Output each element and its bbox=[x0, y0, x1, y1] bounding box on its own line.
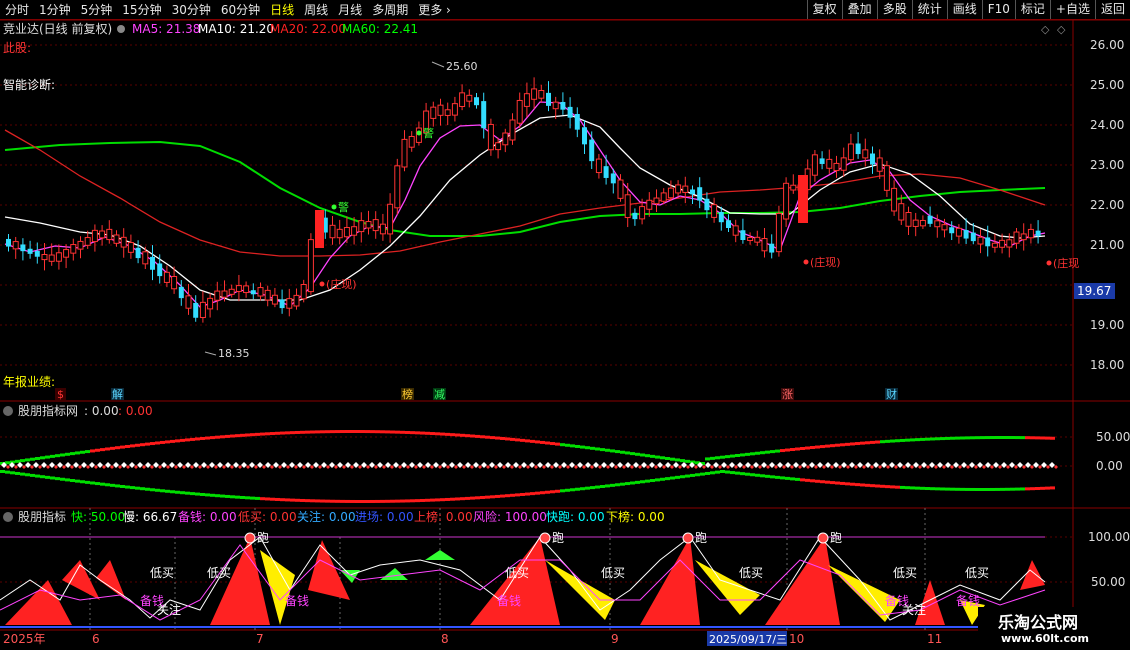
low-buy-label: 低买 bbox=[739, 566, 763, 580]
month-tick: 6 bbox=[92, 632, 100, 646]
diagnosis-label: 智能诊断: bbox=[3, 77, 55, 92]
price-tick: 26.00 bbox=[1090, 38, 1124, 52]
cigu-label: 此股: bbox=[3, 41, 31, 55]
panel-settings-icon[interactable] bbox=[3, 406, 13, 416]
legend-enter: 进场: 0.00 bbox=[355, 510, 414, 524]
month-tick: 7 bbox=[256, 632, 264, 646]
net-axis-tick: 50.00 bbox=[1096, 430, 1130, 444]
event-icon-reduce[interactable]: 减 bbox=[434, 388, 445, 401]
alert-mark: 警 bbox=[338, 200, 349, 214]
ma20-label: MA20: 22.00 bbox=[270, 22, 346, 36]
stock-title[interactable]: 竞业达(日线 前复权) bbox=[3, 21, 112, 36]
zhuangxian-mark: (庄现) bbox=[326, 277, 357, 291]
kline-chart[interactable]: 竞业达(日线 前复权) MA5: 21.38 MA10: 21.20 MA20:… bbox=[0, 0, 1130, 650]
event-icon-unlock[interactable]: 解 bbox=[112, 387, 123, 401]
legend-focus: 关注: 0.00 bbox=[297, 509, 356, 524]
ind-axis-tick: 100.00 bbox=[1088, 530, 1130, 544]
month-tick: 11 bbox=[927, 632, 942, 646]
annual-report-label: 年报业绩: bbox=[3, 374, 55, 389]
date-axis: 2025年 6 7 8 9 2025/09/17/三 10 11 bbox=[3, 631, 942, 646]
net-axis-tick: 0.00 bbox=[1096, 459, 1123, 473]
run-ball-icon bbox=[244, 532, 256, 544]
focus-label: 关注 bbox=[157, 602, 181, 617]
legend-prep-money: 备钱: 0.00 bbox=[178, 509, 237, 524]
net-value-2: : 0.00 bbox=[118, 404, 153, 418]
panel-frames bbox=[0, 19, 1130, 650]
zhuangxian-mark: (庄现 bbox=[1053, 256, 1079, 270]
net-value-1: : 0.00 bbox=[84, 404, 119, 418]
prep-money-label: 备钱 bbox=[956, 593, 980, 608]
legend-quick-run: 快跑: 0.00 bbox=[546, 510, 605, 524]
low-buy-label: 低买 bbox=[207, 566, 231, 580]
low-buy-label: 低买 bbox=[893, 566, 917, 580]
ma60-label: MA60: 22.41 bbox=[342, 22, 418, 36]
legend-fast: 快: 50.00 bbox=[71, 510, 125, 524]
price-tick: 19.00 bbox=[1090, 318, 1124, 332]
watermark-title: 乐淘公式网 bbox=[998, 613, 1079, 632]
prep-money-label: 备钱 bbox=[497, 593, 521, 608]
price-tick: 18.00 bbox=[1090, 358, 1124, 372]
run-ball-icon bbox=[682, 532, 694, 544]
diamond-icon[interactable]: ◇ bbox=[1057, 23, 1066, 36]
ma5-label: MA5: 21.38 bbox=[132, 22, 200, 36]
run-label: 跑 bbox=[695, 531, 707, 545]
legend-low-buy: 低买: 0.00 bbox=[238, 510, 297, 524]
legend-risk: 风险: 100.00 bbox=[473, 509, 547, 524]
price-tick: 24.00 bbox=[1090, 118, 1124, 132]
price-axis: 26.00 25.00 24.00 23.00 22.00 21.00 19.0… bbox=[1074, 38, 1124, 372]
low-buy-label: 低买 bbox=[505, 566, 529, 580]
current-price-tag: 19.67 bbox=[1077, 284, 1111, 298]
low-buy-label: 低买 bbox=[150, 566, 174, 580]
legend-on-list: 上榜: 0.00 bbox=[414, 509, 473, 524]
month-tick: 9 bbox=[611, 632, 619, 646]
cursor-date: 2025/09/17/三 bbox=[709, 633, 787, 646]
legend-slow: 慢: 66.67 bbox=[123, 510, 177, 524]
settings-circle-icon[interactable] bbox=[117, 25, 125, 33]
price-tick: 23.00 bbox=[1090, 158, 1124, 172]
price-tick: 25.00 bbox=[1090, 78, 1124, 92]
ma10-label: MA10: 21.20 bbox=[198, 22, 274, 36]
run-label: 跑 bbox=[830, 531, 842, 545]
event-icons: $ 解 榜 减 涨 财 bbox=[55, 387, 898, 401]
net-panel-title[interactable]: 股朋指标网 bbox=[18, 403, 78, 418]
ind-panel-title[interactable]: 股朋指标 bbox=[18, 509, 66, 524]
high-marker: 25.60 bbox=[446, 60, 478, 73]
focus-label: 关注 bbox=[902, 602, 926, 617]
zhuangxian-mark: (庄现) bbox=[810, 255, 841, 269]
event-icon-dollar[interactable]: $ bbox=[57, 388, 64, 401]
prep-money-label: 备钱 bbox=[285, 593, 309, 608]
ma20-line bbox=[4, 129, 1046, 257]
low-buy-label: 低买 bbox=[601, 566, 625, 580]
price-tick: 22.00 bbox=[1090, 198, 1124, 212]
watermark-url: www.60lt.com bbox=[1001, 632, 1090, 645]
indicator-area: 跑跑跑跑低买 低买 低买 低买 低买 低买 低买备钱 备钱 备钱 备钱 备钱关注 关注 bbox=[0, 531, 1046, 625]
diamond-icon[interactable]: ◇ bbox=[1041, 23, 1050, 36]
price-tick: 21.00 bbox=[1090, 238, 1124, 252]
run-label: 跑 bbox=[552, 531, 564, 545]
event-icon-list[interactable]: 榜 bbox=[402, 387, 413, 401]
ind-axis-tick: 50.00 bbox=[1091, 575, 1125, 589]
alert-mark: 警 bbox=[423, 126, 434, 140]
run-ball-icon bbox=[539, 532, 551, 544]
legend-off-list: 下榜: 0.00 bbox=[606, 509, 665, 524]
run-ball-icon bbox=[817, 532, 829, 544]
year-label: 2025年 bbox=[3, 632, 46, 646]
run-label: 跑 bbox=[257, 531, 269, 545]
event-icon-finance[interactable]: 财 bbox=[886, 387, 897, 401]
low-marker: 18.35 bbox=[218, 347, 250, 360]
low-buy-label: 低买 bbox=[965, 566, 989, 580]
event-icon-rise[interactable]: 涨 bbox=[782, 388, 793, 401]
month-tick: 10 bbox=[789, 632, 804, 646]
month-tick: 8 bbox=[441, 632, 449, 646]
zero-line-diamonds bbox=[1, 462, 1058, 469]
panel-settings-icon[interactable] bbox=[3, 512, 13, 522]
